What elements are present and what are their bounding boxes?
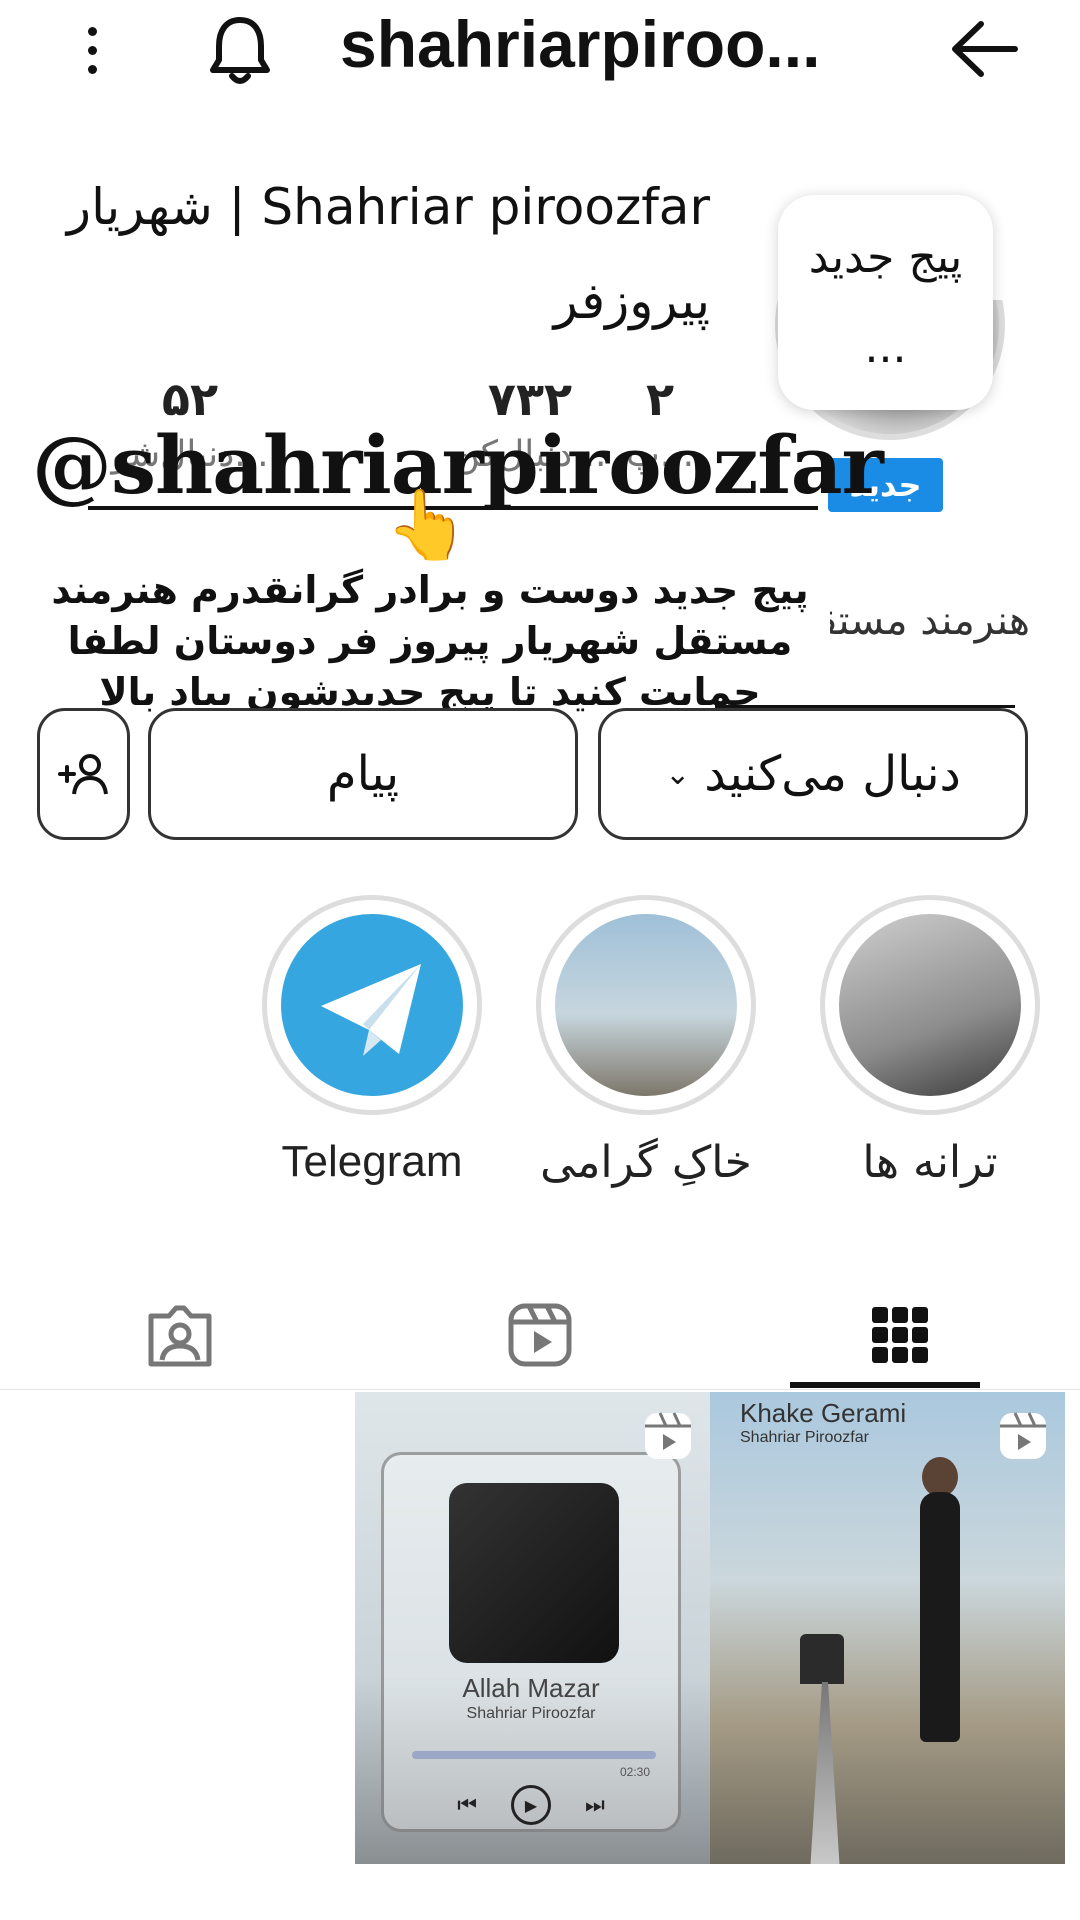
reel-badge-icon bbox=[645, 1412, 691, 1459]
player-controls: ⏮ ▶ ⏭ bbox=[384, 1785, 678, 1825]
tagged-icon bbox=[148, 1305, 212, 1367]
previous-icon: ⏮ bbox=[457, 1792, 477, 1818]
progress-bar bbox=[412, 1751, 656, 1759]
train-shape bbox=[800, 1634, 844, 1684]
grid-post[interactable]: Khake Gerami Shahriar Piroozfar bbox=[710, 1392, 1065, 1864]
tab-reels[interactable] bbox=[360, 1280, 720, 1390]
reels-icon bbox=[508, 1303, 572, 1367]
highlight-songs[interactable]: ترانه ها bbox=[820, 895, 1040, 1188]
next-icon: ⏭ bbox=[585, 1792, 605, 1818]
person-figure-head bbox=[922, 1457, 958, 1497]
highlight-label: Telegram bbox=[281, 1137, 463, 1186]
message-button[interactable]: پیام bbox=[148, 708, 578, 840]
add-user-icon bbox=[57, 754, 108, 795]
note-bubble[interactable]: پیج جدید ... bbox=[778, 195, 993, 410]
profile-full-name: Shahriar piroozfar | شهریار پیروزفر bbox=[66, 178, 710, 330]
back-arrow-icon[interactable] bbox=[945, 14, 1025, 84]
profile-username: shahriarpiroo... bbox=[340, 7, 821, 81]
song-artist: Shahriar Piroozfar bbox=[466, 1705, 596, 1722]
person-figure bbox=[920, 1492, 960, 1742]
tab-posts-grid[interactable] bbox=[720, 1280, 1080, 1390]
highlight-label: خاکِ گرامی bbox=[540, 1137, 752, 1188]
song-title: Allah Mazar bbox=[462, 1673, 600, 1703]
pointing-hand-icon: 👆 bbox=[385, 486, 470, 565]
play-icon: ▶ bbox=[511, 1785, 551, 1825]
overlay-caption: پیج جدید دوست و برادر گرانقدرم هنرمند مس… bbox=[51, 568, 809, 714]
active-tab-indicator bbox=[790, 1382, 980, 1388]
album-photo bbox=[449, 1483, 619, 1663]
rail-shape bbox=[810, 1682, 840, 1864]
message-label: پیام bbox=[326, 746, 400, 802]
highlight-label: ترانه ها bbox=[862, 1137, 998, 1188]
more-options-icon[interactable] bbox=[72, 20, 112, 80]
add-user-button[interactable] bbox=[37, 708, 130, 840]
tab-tagged[interactable] bbox=[0, 1280, 360, 1390]
following-button[interactable]: دنبال می‌کنید ⌄ bbox=[598, 708, 1028, 840]
post-title: Khake Gerami Shahriar Piroozfar bbox=[740, 1398, 907, 1446]
highlight-khak-gerami[interactable]: خاکِ گرامی bbox=[536, 895, 756, 1188]
grid-post[interactable]: Allah Mazar Shahriar Piroozfar 02:30 ⏮ ▶… bbox=[355, 1392, 710, 1864]
highlight-telegram[interactable]: Telegram bbox=[262, 895, 482, 1187]
bio-text: هنرمند مستقل bbox=[830, 598, 1030, 644]
chevron-down-icon: ⌄ bbox=[665, 756, 691, 792]
song-duration: 02:30 bbox=[619, 1765, 650, 1779]
grid-icon bbox=[872, 1307, 928, 1363]
reel-badge-icon bbox=[1000, 1412, 1046, 1459]
top-app-bar: shahriarpiroo... bbox=[0, 0, 1080, 100]
profile-tabs bbox=[0, 1280, 1080, 1390]
highlight-khak-thumbnail bbox=[555, 914, 737, 1096]
music-card: Allah Mazar Shahriar Piroozfar 02:30 ⏮ ▶… bbox=[381, 1452, 681, 1832]
bell-icon[interactable] bbox=[205, 10, 275, 90]
telegram-icon bbox=[281, 914, 463, 1096]
following-label: دنبال می‌کنید bbox=[704, 746, 961, 802]
highlight-songs-thumbnail bbox=[839, 914, 1021, 1096]
